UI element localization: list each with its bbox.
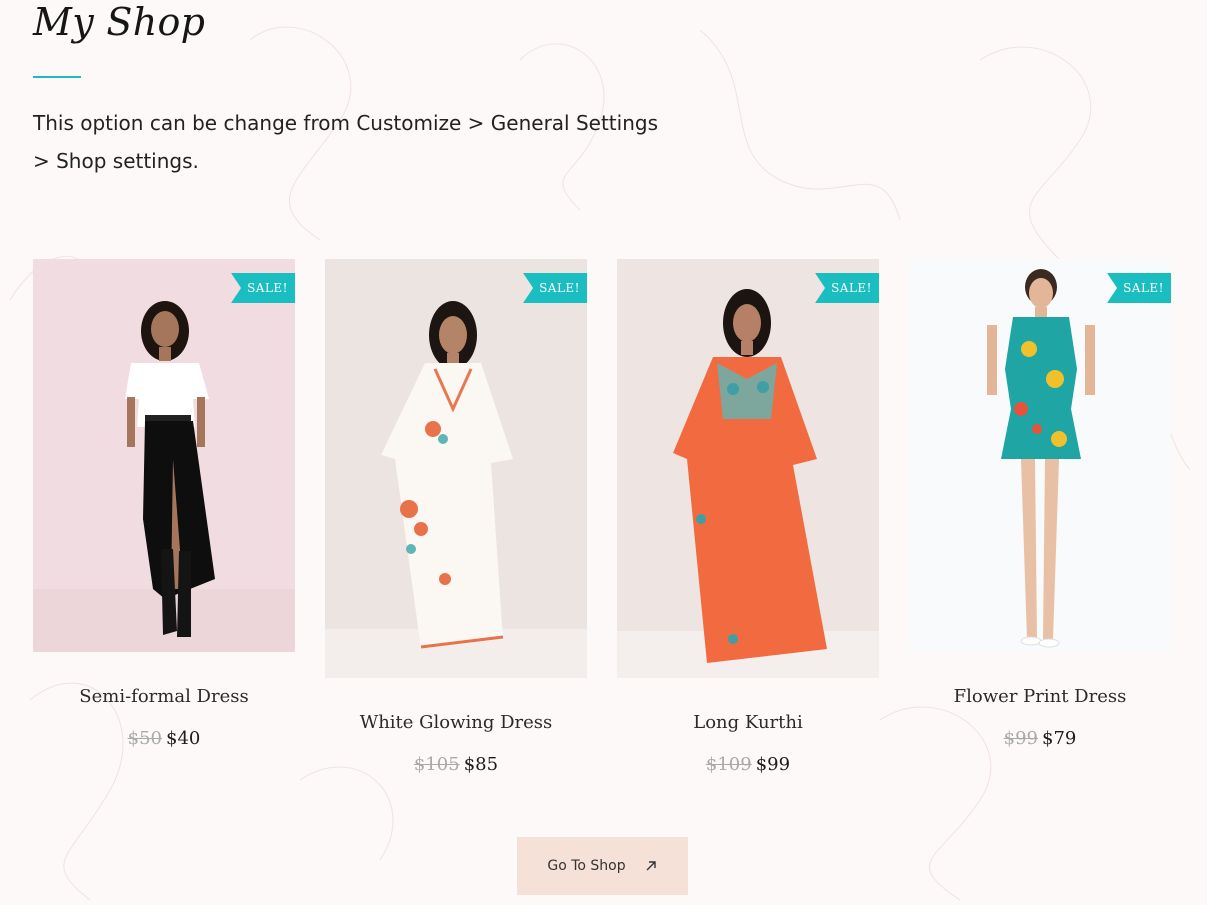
product-name[interactable]: Flower Print Dress xyxy=(909,686,1171,707)
product-name[interactable]: White Glowing Dress xyxy=(325,712,587,733)
sale-price: $99 xyxy=(755,754,791,775)
go-to-shop-label: Go To Shop xyxy=(547,858,626,874)
sale-price: $79 xyxy=(1042,728,1077,749)
product-image[interactable]: SALE! xyxy=(909,259,1171,652)
arrow-up-right-icon xyxy=(646,861,656,871)
product-image[interactable]: SALE! xyxy=(617,259,879,678)
product-grid: SALE! Semi-formal Dress $50 $40 SALE! Wh… xyxy=(0,0,1207,820)
product-price: $50 $40 xyxy=(33,728,295,749)
old-price: $99 xyxy=(1003,728,1038,749)
product-image[interactable]: SALE! xyxy=(33,259,295,652)
go-to-shop-button[interactable]: Go To Shop xyxy=(517,837,688,895)
product-image[interactable]: SALE! xyxy=(325,259,587,678)
product-price: $99 $79 xyxy=(909,728,1171,749)
sale-price: $40 xyxy=(166,728,201,749)
sale-price: $85 xyxy=(463,754,499,775)
product-price: $109 $99 xyxy=(617,754,879,775)
product-card[interactable]: SALE! White Glowing Dress $105 $85 xyxy=(325,259,587,775)
old-price: $109 xyxy=(705,754,752,775)
product-price: $105 $85 xyxy=(325,754,587,775)
product-name[interactable]: Semi-formal Dress xyxy=(33,686,295,707)
old-price: $105 xyxy=(413,754,460,775)
old-price: $50 xyxy=(127,728,162,749)
product-card[interactable]: SALE! Semi-formal Dress $50 $40 xyxy=(33,259,295,749)
product-name[interactable]: Long Kurthi xyxy=(617,712,879,733)
product-card[interactable]: SALE! Flower Print Dress $99 $79 xyxy=(909,259,1171,749)
product-card[interactable]: SALE! Long Kurthi $109 $99 xyxy=(617,259,879,775)
